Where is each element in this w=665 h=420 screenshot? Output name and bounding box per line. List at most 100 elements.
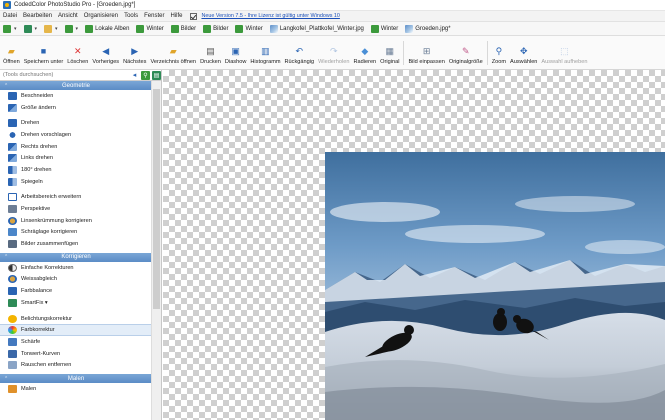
toolbar-separator: [403, 41, 405, 65]
tool-label: Rechts drehen: [21, 143, 58, 150]
redo-button[interactable]: ↷ Wiederholen: [318, 46, 349, 69]
search-go-icon[interactable]: ▤: [152, 70, 161, 80]
erase-button[interactable]: ◆ Radieren: [353, 46, 376, 69]
tab-bilder[interactable]: Bilder: [170, 24, 196, 33]
tool-search-input[interactable]: [0, 70, 128, 80]
tool-item-malen[interactable]: Malen: [0, 383, 152, 395]
tool-item-farbbalance[interactable]: Farbbalance: [0, 285, 152, 297]
tab-langkofel[interactable]: Langkofel_Plattkofel_Winter.jpg: [269, 24, 364, 33]
section-header-malen[interactable]: ⌃ Malen: [0, 374, 152, 384]
tool-item-smartfix[interactable]: SmartFix ▾: [0, 297, 152, 309]
tab-winter-2[interactable]: Winter: [235, 24, 263, 33]
original-size-button[interactable]: ✎ Originalgröße: [449, 46, 483, 69]
select-button[interactable]: ✥ Auswählen: [510, 46, 537, 69]
tab-bilder-2[interactable]: Bilder: [203, 24, 228, 33]
menu-tools[interactable]: Tools: [124, 13, 138, 19]
chevron-down-icon: ▾: [14, 25, 17, 32]
menu-fenster[interactable]: Fenster: [144, 13, 164, 19]
nav-folder-button[interactable]: ▾: [44, 24, 58, 33]
tool-item-groesse-aendern[interactable]: Größe ändern: [0, 102, 152, 114]
resize-icon: [8, 103, 17, 112]
tool-item-beschneiden[interactable]: Beschneiden: [0, 90, 152, 102]
nav-album-button[interactable]: ▾: [23, 24, 37, 33]
menu-hilfe[interactable]: Hilfe: [170, 13, 182, 19]
previous-button[interactable]: ◀ Vorheriges: [92, 46, 119, 69]
tool-item-schraeglage[interactable]: Schräglage korrigieren: [0, 227, 152, 239]
tool-item-rauschen-entfernen[interactable]: Rauschen entfernen: [0, 359, 152, 371]
tool-item-180-drehen[interactable]: 180° drehen: [0, 164, 152, 176]
arrow-right-icon: ▶: [131, 46, 139, 56]
section-header-geometrie[interactable]: ⌃ Geometrie: [0, 81, 152, 90]
tool-item-drehen[interactable]: Drehen: [0, 117, 152, 129]
tab-label: Winter: [245, 25, 263, 32]
menu-datei[interactable]: Datei: [3, 13, 17, 19]
slideshow-button[interactable]: ▣ Diashow: [225, 46, 246, 69]
image-canvas[interactable]: [163, 70, 665, 420]
menu-ansicht[interactable]: Ansicht: [58, 13, 78, 19]
open-label: Öffnen: [3, 59, 20, 65]
zoom-label: Zoom: [491, 59, 507, 65]
section-header-korrigieren[interactable]: ⌃ Korrigieren: [0, 252, 152, 262]
tool-item-rechts-drehen[interactable]: Rechts drehen: [0, 141, 152, 153]
tool-item-spiegeln[interactable]: Spiegeln: [0, 176, 152, 188]
tool-item-arbeitsbereich[interactable]: Arbeitsbereich erweitern: [0, 192, 152, 204]
delete-button[interactable]: ✕ Löschen: [67, 46, 88, 69]
main-toolbar: ▰ Öffnen ■ Speichern unter ✕ Löschen ◀ V…: [0, 36, 665, 70]
chevron-up-icon: ⌃: [4, 375, 9, 382]
mirror-icon: [8, 177, 17, 186]
sidebar-scrollbar[interactable]: [151, 81, 161, 420]
tool-item-links-drehen[interactable]: Links drehen: [0, 152, 152, 164]
open-button[interactable]: ▰ Öffnen: [3, 46, 20, 69]
nav-view-button[interactable]: ▾: [64, 24, 78, 33]
rotate-icon: [8, 119, 17, 128]
tool-label: Linsenkrümmung korrigieren: [21, 217, 92, 224]
tab-winter-3[interactable]: Winter: [370, 24, 398, 33]
open-directory-button[interactable]: ▰ Verzeichnis öffnen: [150, 46, 196, 69]
redo-icon: ↷: [329, 46, 338, 56]
perspective-icon: [8, 205, 17, 214]
title-bar: CodedColor PhotoStudio Pro - [Groeden.jp…: [0, 0, 665, 11]
update-checkbox-icon[interactable]: [190, 12, 198, 20]
tool-item-drehen-vorschlagen[interactable]: Drehen vorschlagen: [0, 129, 152, 141]
tool-item-tonwert-kurven[interactable]: Tonwert-Kurven: [0, 348, 152, 360]
original-size-label: Originalgröße: [448, 59, 483, 65]
tool-item-einfache-korrekturen[interactable]: Einfache Korrekturen: [0, 262, 152, 274]
tool-label: Malen: [21, 385, 37, 392]
scrollbar-thumb[interactable]: [153, 89, 160, 309]
nav-home-button[interactable]: ▾: [3, 24, 17, 33]
tool-item-linsenkruemmung[interactable]: Linsenkrümmung korrigieren: [0, 215, 152, 227]
tool-item-bilder-zusammenfuegen[interactable]: Bilder zusammenfügen: [0, 238, 152, 250]
tab-groeden[interactable]: Groeden.jpg*: [405, 24, 451, 33]
original-button[interactable]: ▦ Original: [380, 46, 399, 69]
tool-item-schaerfe[interactable]: Schärfe: [0, 336, 152, 348]
tool-item-belichtungskorrektur[interactable]: Belichtungskorrektur: [0, 313, 152, 325]
tool-item-weissabgleich[interactable]: Weissabgleich: [0, 274, 152, 286]
histogram-button[interactable]: ▥ Histogramm: [250, 46, 280, 69]
zoom-button[interactable]: ⚲ Zoom: [492, 46, 506, 69]
tool-item-farbkorrektur[interactable]: Farbkorrektur: [0, 324, 152, 337]
chevron-up-icon: ⌃: [4, 82, 9, 89]
menu-organisieren[interactable]: Organisieren: [84, 13, 118, 19]
section-title: Malen: [67, 375, 85, 382]
deselect-label: Auswahl aufheben: [541, 59, 588, 65]
update-notice-link[interactable]: Neue Version 7.5 - Ihre Lizenz ist gülti…: [201, 13, 339, 19]
menu-bearbeiten[interactable]: Bearbeiten: [23, 13, 52, 19]
save-as-button[interactable]: ■ Speichern unter: [24, 46, 64, 69]
tab-winter[interactable]: Winter: [136, 24, 164, 33]
next-button[interactable]: ▶ Nächstes: [123, 46, 146, 69]
tool-label: Schärfe: [21, 338, 41, 345]
image-icon: [405, 24, 414, 33]
tool-item-perspektive[interactable]: Perspektive: [0, 203, 152, 215]
tab-lokale-alben[interactable]: Lokale Alben: [85, 24, 129, 33]
search-zoom-icon[interactable]: ⚲: [141, 70, 150, 80]
search-previous-icon[interactable]: ◂: [130, 71, 139, 80]
tool-label: Rauschen entfernen: [21, 362, 72, 369]
undo-button[interactable]: ↶ Rückgängig: [285, 46, 315, 69]
fit-image-button[interactable]: ⊞ Bild einpassen: [408, 46, 444, 69]
folder-icon: [44, 24, 53, 33]
print-button[interactable]: ▤ Drucken: [200, 46, 221, 69]
deselect-button[interactable]: ⬚ Auswahl aufheben: [541, 46, 587, 69]
toolbar-separator: [486, 41, 488, 65]
exposure-icon: [8, 314, 17, 323]
tool-label: Drehen vorschlagen: [21, 131, 72, 138]
